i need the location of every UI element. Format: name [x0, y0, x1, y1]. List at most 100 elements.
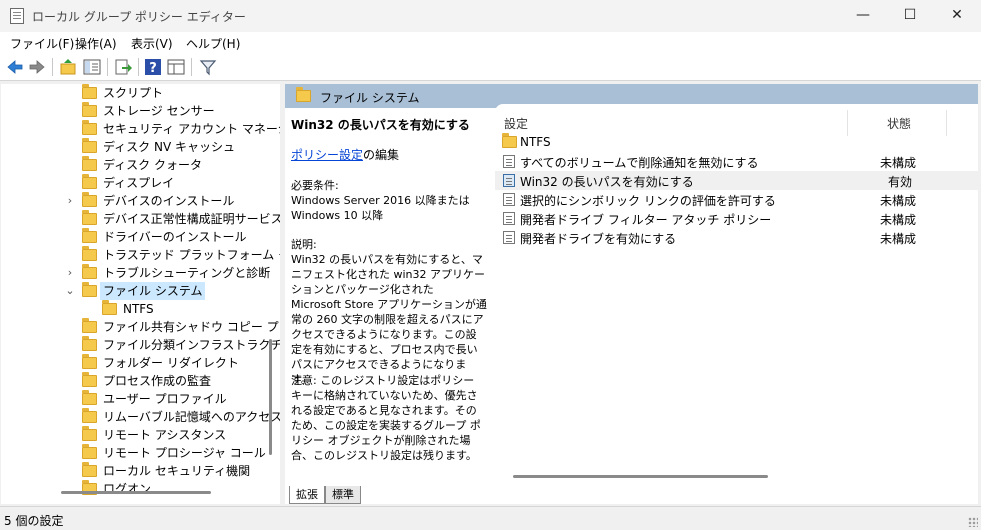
- menu-file[interactable]: ファイル(F): [10, 35, 74, 52]
- export-list-icon[interactable]: [113, 57, 133, 77]
- tree-horizontal-scrollbar[interactable]: [61, 491, 211, 494]
- tree-item-label: ユーザー プロファイル: [103, 392, 227, 406]
- help-icon[interactable]: ?: [143, 57, 163, 77]
- tree-item-label: リモート プロシージャ コール: [103, 446, 266, 460]
- column-header-setting[interactable]: 設定: [504, 115, 528, 132]
- tree-item[interactable]: リムーバブル記憶域へのアクセス: [1, 408, 280, 426]
- tab-standard[interactable]: 標準: [325, 486, 361, 504]
- row-setting-name: 開発者ドライブ フィルター アタッチ ポリシー: [520, 213, 772, 227]
- status-bar: 5 個の設定: [0, 506, 981, 530]
- requirements-text: 必要条件: Windows Server 2016 以降または Windows …: [291, 179, 470, 222]
- policy-setting-enabled-icon: [503, 174, 515, 187]
- tree-item[interactable]: ディスク クォータ: [1, 156, 266, 174]
- window-title: ローカル グループ ポリシー エディター: [32, 10, 246, 24]
- row-setting-name: Win32 の長いパスを有効にする: [520, 175, 694, 189]
- tree-item[interactable]: › トラブルシューティングと診断: [1, 264, 270, 282]
- row-setting-name: NTFS: [520, 135, 551, 149]
- tree-vertical-scrollbar[interactable]: [269, 339, 272, 455]
- note-text: 注意: このレジストリ設定はポリシー キーに格納されていないため、優先される設定…: [291, 374, 481, 462]
- tree-item-label: ディスク NV キャッシュ: [103, 140, 235, 154]
- tree-item[interactable]: ファイル分類インフラストラクチャ: [1, 336, 280, 354]
- filter-icon[interactable]: [198, 57, 218, 77]
- tree-item[interactable]: セキュリティ アカウント マネージャー: [1, 120, 280, 138]
- tree-item[interactable]: フォルダー リダイレクト: [1, 354, 266, 372]
- tree-item[interactable]: ユーザー プロファイル: [1, 390, 266, 408]
- minimize-button[interactable]: —: [840, 0, 886, 32]
- forward-arrow-icon[interactable]: [27, 57, 47, 77]
- row-setting-name: 開発者ドライブを有効にする: [520, 232, 677, 246]
- tree-item[interactable]: ファイル共有シャドウ コピー プロバイダー: [1, 318, 280, 336]
- list-item[interactable]: 開発者ドライブ フィルター アタッチ ポリシー 未構成: [495, 209, 978, 228]
- extended-view-icon[interactable]: [166, 57, 186, 77]
- details-header-title: ファイル システム: [320, 91, 420, 105]
- tree-item-label: リムーバブル記憶域へのアクセス: [103, 410, 280, 424]
- folder-open-icon: [82, 282, 97, 297]
- column-header-state[interactable]: 状態: [887, 115, 911, 132]
- folder-icon: [82, 210, 97, 225]
- list-item-folder[interactable]: NTFS: [495, 133, 978, 152]
- close-button[interactable]: ✕: [934, 0, 980, 32]
- toolbar-separator: [52, 58, 53, 76]
- expand-chevron-icon[interactable]: ›: [64, 266, 76, 280]
- folder-icon: [82, 156, 97, 171]
- tree-item[interactable]: リモート プロシージャ コール: [1, 444, 266, 462]
- tree-item-label: ディスプレイ: [103, 176, 175, 190]
- row-state: 未構成: [880, 213, 917, 227]
- folder-icon: [82, 354, 97, 369]
- policy-setting-icon: [503, 212, 515, 225]
- tree-item-label: リモート アシスタンス: [103, 428, 227, 442]
- tree-item-label: トラブルシューティングと診断: [103, 266, 271, 280]
- tree-item[interactable]: ストレージ センサー: [1, 102, 266, 120]
- tree-item[interactable]: ログオン: [1, 480, 266, 498]
- tab-extended[interactable]: 拡張: [289, 486, 325, 504]
- back-arrow-icon[interactable]: [5, 57, 25, 77]
- tree-item[interactable]: ディスク NV キャッシュ: [1, 138, 266, 156]
- tree-item-file-system[interactable]: ⌄ ファイル システム: [1, 282, 266, 300]
- list-item[interactable]: すべてのボリュームで削除通知を無効にする 未構成: [495, 152, 978, 171]
- tree-item[interactable]: ローカル セキュリティ機関: [1, 462, 266, 480]
- tree-item-label: ローカル セキュリティ機関: [103, 464, 251, 478]
- tree-item[interactable]: ディスプレイ: [1, 174, 266, 192]
- up-folder-icon[interactable]: [58, 57, 78, 77]
- tree-item[interactable]: ドライバーのインストール: [1, 228, 266, 246]
- menu-help[interactable]: ヘルプ(H): [186, 35, 240, 52]
- tree-item[interactable]: プロセス作成の監査: [1, 372, 266, 390]
- folder-icon: [82, 408, 97, 423]
- tree-item[interactable]: › デバイスのインストール: [1, 192, 266, 210]
- maximize-button[interactable]: ☐: [887, 0, 933, 32]
- tree-item-label: ファイル分類インフラストラクチャ: [103, 338, 280, 352]
- menu-action[interactable]: 操作(A): [75, 35, 117, 52]
- tree-item-label: NTFS: [123, 302, 154, 316]
- policy-setting-icon: [503, 193, 515, 206]
- tree-item[interactable]: リモート アシスタンス: [1, 426, 266, 444]
- toolbar-separator: [138, 58, 139, 76]
- tree-item[interactable]: スクリプト: [1, 84, 266, 102]
- list-item[interactable]: 開発者ドライブを有効にする 未構成: [495, 228, 978, 247]
- list-item[interactable]: 選択的にシンボリック リンクの評価を許可する 未構成: [495, 190, 978, 209]
- edit-policy-line: ポリシー設定の編集: [291, 148, 487, 163]
- tree-item[interactable]: NTFS: [1, 300, 266, 318]
- folder-icon: [296, 87, 311, 102]
- settings-horizontal-scrollbar[interactable]: [513, 475, 768, 478]
- policy-setting-icon: [503, 231, 515, 244]
- tree-pane[interactable]: スクリプト ストレージ センサー セキュリティ アカウント マネージャー ディス…: [1, 84, 280, 504]
- folder-icon: [82, 390, 97, 405]
- tree-item-label: デバイス正常性構成証明サービス: [103, 212, 280, 226]
- toolbar: ?: [0, 54, 981, 81]
- tree-item[interactable]: トラステッド プラットフォーム モジュール: [1, 246, 280, 264]
- tree-item-label: フォルダー リダイレクト: [103, 356, 239, 370]
- show-hide-tree-icon[interactable]: [82, 57, 102, 77]
- expand-chevron-icon[interactable]: ›: [64, 194, 76, 208]
- svg-text:?: ?: [149, 61, 157, 76]
- collapse-chevron-icon[interactable]: ⌄: [64, 284, 76, 298]
- tree-item-label: トラステッド プラットフォーム モジュール: [103, 248, 280, 262]
- menu-view[interactable]: 表示(V): [131, 35, 173, 52]
- tree-item[interactable]: デバイス正常性構成証明サービス: [1, 210, 280, 228]
- list-item-selected[interactable]: Win32 の長いパスを有効にする 有効: [495, 171, 978, 190]
- folder-icon: [82, 84, 97, 99]
- folder-icon: [82, 372, 97, 387]
- settings-list[interactable]: 設定 状態 NTFS すべてのボリュームで削除通知を無効にする 未構成 Win3…: [495, 104, 978, 464]
- resize-grip-icon[interactable]: [968, 517, 978, 527]
- folder-icon: [82, 444, 97, 459]
- edit-policy-link[interactable]: ポリシー設定: [291, 148, 363, 162]
